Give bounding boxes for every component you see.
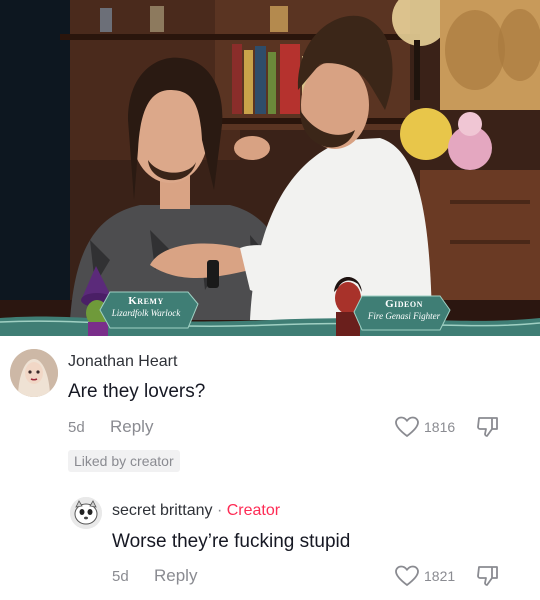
- nameplate-right: Gideon Fire Genasi Fighter: [358, 299, 450, 321]
- character-name: Kremy: [128, 295, 164, 307]
- character-name: Gideon: [385, 298, 423, 310]
- liked-by-creator-badge: Liked by creator: [68, 450, 180, 472]
- video-scene: [0, 0, 540, 336]
- like-count: 1816: [424, 419, 456, 435]
- reply-button[interactable]: Reply: [154, 566, 197, 586]
- comment-username[interactable]: Jonathan Heart: [68, 353, 177, 371]
- avatar-icon: [10, 349, 58, 397]
- thumbs-down-icon[interactable]: [476, 415, 500, 439]
- like-count: 1821: [424, 568, 456, 584]
- thumbs-down-icon[interactable]: [476, 564, 500, 588]
- comment-text: Are they lovers?: [68, 381, 206, 402]
- avatar[interactable]: [70, 497, 102, 529]
- comment-text: Worse they’re fucking stupid: [112, 531, 351, 552]
- comment-age: 5d: [68, 419, 85, 436]
- heart-outline-icon[interactable]: [394, 564, 420, 588]
- nameplate-left: Kremy Lizardfolk Warlock: [96, 296, 196, 318]
- username-text[interactable]: secret brittany: [112, 502, 212, 519]
- avatar[interactable]: [10, 349, 58, 397]
- creator-label: Creator: [226, 502, 281, 519]
- video-still[interactable]: Kremy Lizardfolk Warlock Gideon Fire Gen…: [0, 0, 540, 336]
- character-class: Fire Genasi Fighter: [367, 311, 441, 321]
- separator-dot: ·: [216, 502, 223, 519]
- comment-username: secret brittany · Creator: [112, 502, 280, 520]
- character-class: Lizardfolk Warlock: [111, 308, 181, 318]
- comment-age: 5d: [112, 568, 129, 585]
- reply-button[interactable]: Reply: [110, 417, 153, 437]
- heart-outline-icon[interactable]: [394, 415, 420, 439]
- avatar-icon: [70, 497, 102, 529]
